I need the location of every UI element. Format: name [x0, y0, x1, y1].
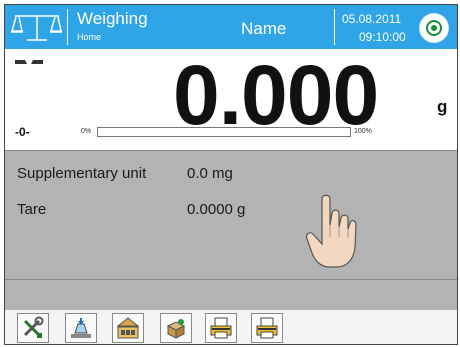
- info-panel[interactable]: Supplementary unit 0.0 mg Tare 0.0000 g: [5, 150, 457, 279]
- product-database-icon: [116, 317, 140, 339]
- packaging-icon: [166, 319, 186, 339]
- printer-icon: [210, 317, 232, 339]
- weight-unit[interactable]: g: [437, 97, 447, 117]
- tare-value: 0.0000 g: [187, 201, 246, 218]
- progress-max-label: 100%: [354, 128, 372, 135]
- tare-label: Tare: [17, 201, 47, 218]
- mode-title[interactable]: Weighing: [77, 9, 148, 29]
- header-bar: Weighing Home Name 05.08.2011 09:10:00: [5, 5, 457, 49]
- bottom-toolbar: [5, 310, 457, 344]
- zero-indicator: -0-: [15, 125, 30, 139]
- touch-hand-icon: [305, 194, 357, 268]
- display-frame: Weighing Home Name 05.08.2011 09:10:00 0…: [4, 4, 458, 345]
- balance-icon[interactable]: [11, 11, 63, 43]
- user-name[interactable]: Name: [241, 19, 286, 39]
- menu-button[interactable]: [419, 13, 449, 43]
- stability-icon: [15, 60, 43, 64]
- tare-icon: [71, 318, 91, 338]
- tare-button[interactable]: [65, 313, 97, 343]
- mode-subtitle: Home: [77, 32, 102, 42]
- print-header-button[interactable]: [251, 313, 283, 343]
- load-progress-bar: [97, 127, 351, 137]
- time-display: 09:10:00: [359, 30, 406, 44]
- settings-button[interactable]: [17, 313, 49, 343]
- weight-display: 0.000 g -0- 0% 100%: [5, 48, 457, 150]
- wrench-screwdriver-icon: [23, 316, 44, 338]
- supplementary-unit-label: Supplementary unit: [17, 165, 147, 182]
- print-button[interactable]: [205, 313, 237, 343]
- supplementary-unit-value: 0.0 mg: [187, 165, 233, 182]
- secondary-info-strip: [5, 279, 457, 311]
- progress-min-label: 0%: [81, 128, 92, 135]
- printer-icon: [256, 317, 278, 339]
- weighing-screen: Weighing Home Name 05.08.2011 09:10:00 0…: [0, 0, 460, 347]
- header-divider: [67, 9, 68, 45]
- product-database-button[interactable]: [112, 313, 144, 343]
- date-display: 05.08.2011: [342, 12, 402, 26]
- header-divider: [334, 9, 335, 45]
- menu-dot-icon: [431, 25, 437, 31]
- packaging-button[interactable]: [160, 313, 192, 343]
